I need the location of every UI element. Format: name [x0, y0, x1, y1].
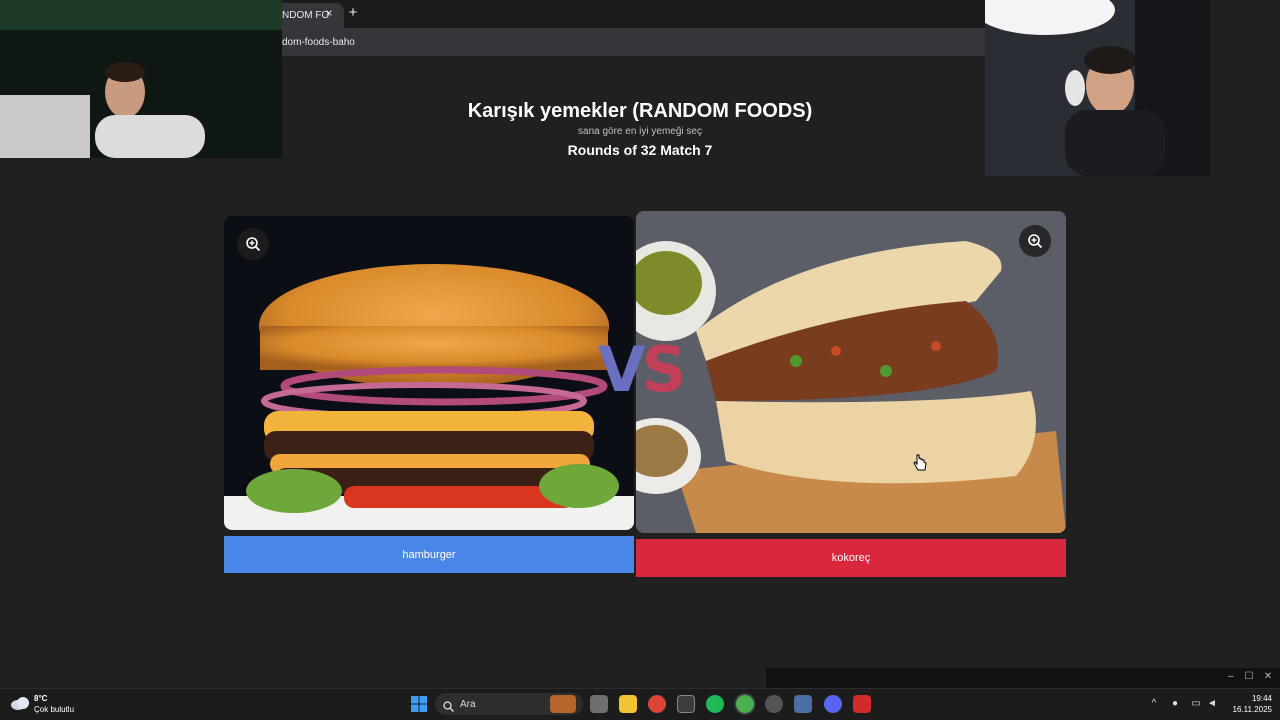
microsoft-store-icon[interactable] [677, 695, 695, 713]
clock-date[interactable]: 16.11.2025 [1226, 705, 1272, 714]
page-subtitle: sana göre en iyi yemeği seç [578, 126, 702, 137]
tab-close-button[interactable]: × [322, 6, 336, 20]
steam-icon[interactable] [765, 695, 783, 713]
kokorec-sandwich-photo [636, 211, 1066, 533]
maximize-button[interactable]: ☐ [1243, 671, 1255, 683]
spotify-icon[interactable] [706, 695, 724, 713]
webcam-overlay-right [985, 0, 1210, 176]
taskbar [0, 688, 1280, 720]
choose-kokorec-button[interactable]: kokoreç [636, 539, 1066, 577]
close-button[interactable]: ✕ [1262, 671, 1274, 683]
app-icon[interactable] [794, 695, 812, 713]
url-text[interactable]: dom-foods-baho [282, 37, 355, 48]
hand-cursor-icon [913, 454, 927, 477]
kokorec-image[interactable] [636, 211, 1066, 533]
clock-time[interactable]: 19:44 [1226, 694, 1272, 703]
microphone-icon[interactable]: ● [1169, 698, 1181, 710]
hamburger-image[interactable] [224, 216, 634, 530]
minimize-button[interactable]: – [1225, 671, 1237, 683]
search-icon [443, 699, 454, 717]
choose-hamburger-button[interactable]: hamburger [224, 536, 634, 573]
versus-logo: VS [590, 335, 690, 405]
discord-icon[interactable] [824, 695, 842, 713]
task-view-icon[interactable] [590, 695, 608, 713]
weather-condition[interactable]: Çok bulutlu [34, 705, 74, 714]
minimized-window-bar [766, 668, 1280, 688]
round-label: Rounds of 32 Match 7 [567, 142, 713, 158]
chevron-up-icon[interactable]: ^ [1148, 698, 1160, 710]
volume-icon[interactable]: ◄ [1206, 698, 1218, 710]
vs-letter-v: V [597, 333, 646, 406]
search-placeholder[interactable]: Ara [460, 699, 476, 710]
vs-letter-s: S [641, 333, 687, 406]
weather-icon[interactable] [10, 695, 30, 716]
chrome-icon[interactable] [648, 695, 666, 713]
network-icon[interactable]: ▭ [1190, 698, 1202, 710]
streamer-webcam-image [985, 0, 1210, 176]
webcam-overlay-left [0, 0, 282, 158]
windows-start-icon[interactable] [411, 696, 427, 717]
zoom-in-icon[interactable] [1019, 225, 1051, 257]
streamer-webcam-image [0, 0, 282, 158]
zoom-in-icon[interactable] [237, 228, 269, 260]
chrome-active-icon[interactable] [736, 695, 754, 713]
search-highlight-icon[interactable] [550, 695, 576, 713]
hamburger-photo [224, 216, 634, 530]
file-explorer-icon[interactable] [619, 695, 637, 713]
page-title: Karışık yemekler (RANDOM FOODS) [467, 100, 813, 122]
weather-temperature[interactable]: 8°C [34, 694, 47, 703]
streaming-app-icon[interactable] [853, 695, 871, 713]
new-tab-button[interactable]: + [346, 5, 360, 21]
